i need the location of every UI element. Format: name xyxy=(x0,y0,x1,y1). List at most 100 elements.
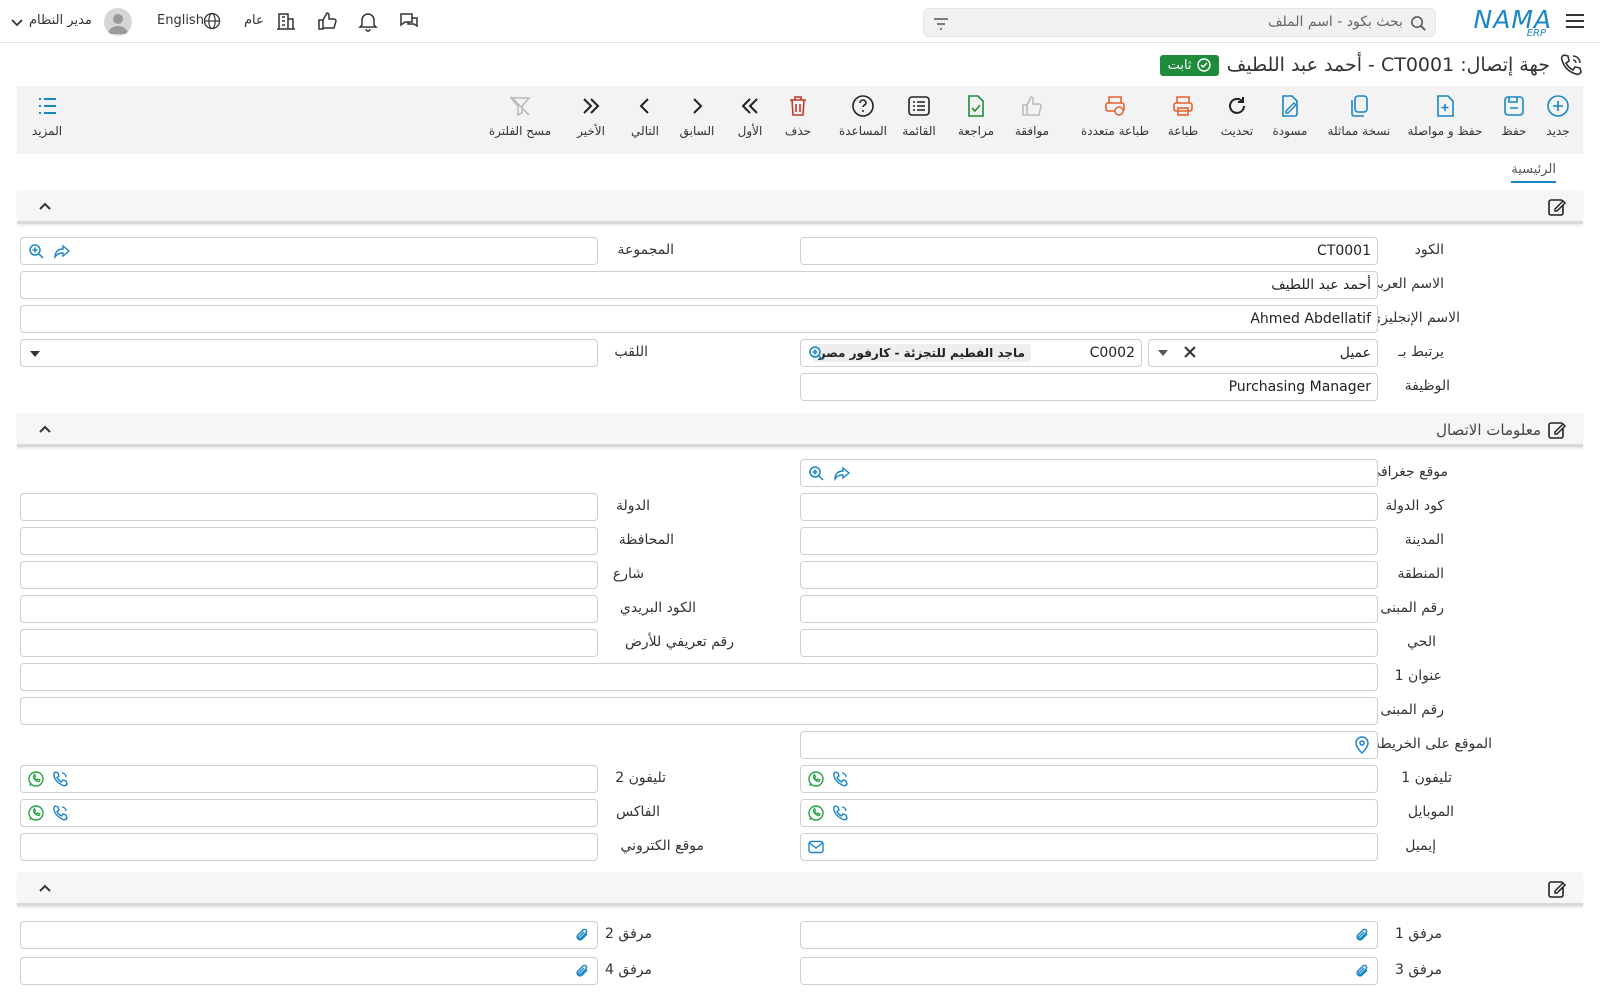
language-switch[interactable]: English xyxy=(157,13,204,28)
edit-icon[interactable] xyxy=(1547,420,1567,440)
search-plus-icon[interactable] xyxy=(807,344,825,362)
district-field[interactable] xyxy=(800,629,1378,657)
related-entity-field[interactable]: C0002 ماجد الفطيم للتجزئة - كارفور مصر xyxy=(800,339,1142,367)
share-icon[interactable] xyxy=(833,464,851,482)
whatsapp-icon[interactable] xyxy=(807,804,825,822)
help-icon xyxy=(852,95,874,117)
paperclip-icon[interactable] xyxy=(1353,926,1371,944)
arabic-name-field[interactable]: أحمد عبد اللطيف xyxy=(20,271,1378,299)
last-button[interactable]: الأخير xyxy=(573,94,609,138)
governorate-field[interactable] xyxy=(20,527,598,555)
search-plus-icon[interactable] xyxy=(807,464,825,482)
address1-field[interactable] xyxy=(20,663,1378,691)
mail-icon[interactable] xyxy=(807,838,825,856)
city-field[interactable] xyxy=(800,527,1378,555)
branch-label[interactable]: عام xyxy=(244,13,264,28)
thumbs-up-icon[interactable] xyxy=(316,10,338,32)
code-field[interactable]: CT0001 xyxy=(800,237,1378,265)
avatar[interactable] xyxy=(104,8,132,36)
building-number2-field[interactable] xyxy=(20,697,1378,725)
attachment1-field[interactable] xyxy=(800,921,1378,949)
chevron-up-icon[interactable] xyxy=(37,881,53,897)
new-button[interactable]: جديد xyxy=(1533,94,1583,138)
whatsapp-icon[interactable] xyxy=(27,804,45,822)
job-field[interactable]: Purchasing Manager xyxy=(800,373,1378,401)
nama-erp-logo[interactable]: NAMA ERP xyxy=(1470,4,1552,40)
multi-print-button[interactable]: طباعة متعددة xyxy=(1077,94,1153,138)
user-menu[interactable]: مدير النظام xyxy=(29,13,92,28)
map-pin-icon[interactable] xyxy=(1353,736,1371,754)
review-button[interactable]: مراجعة xyxy=(955,94,997,138)
tab-home[interactable]: الرئيسية xyxy=(1511,162,1556,183)
title-select[interactable] xyxy=(20,339,598,367)
website-field[interactable] xyxy=(20,833,598,861)
call-icon[interactable] xyxy=(51,804,69,822)
filter-icon[interactable] xyxy=(932,15,950,33)
geo-location-field[interactable] xyxy=(800,459,1378,487)
chevron-down-icon[interactable] xyxy=(10,16,24,30)
postal-code-field[interactable] xyxy=(20,595,598,623)
hamburger-menu-icon[interactable] xyxy=(1564,10,1586,32)
chevron-up-icon[interactable] xyxy=(37,199,53,215)
country-field[interactable] xyxy=(20,493,598,521)
more-button[interactable]: المزيد xyxy=(27,94,67,138)
attachment3-field[interactable] xyxy=(800,957,1378,985)
chevron-up-icon[interactable] xyxy=(37,422,53,438)
search-plus-icon[interactable] xyxy=(27,242,45,260)
building-number-field[interactable] xyxy=(800,595,1378,623)
group-field[interactable] xyxy=(20,237,598,265)
first-icon xyxy=(741,98,758,114)
multi-print-icon xyxy=(1105,96,1125,116)
edit-icon[interactable] xyxy=(1547,879,1567,899)
email-field[interactable] xyxy=(800,833,1378,861)
land-id-field[interactable] xyxy=(20,629,598,657)
search-input[interactable]: بحث بكود - اسم الملف xyxy=(923,8,1436,37)
duplicate-button[interactable]: نسخة مماثلة xyxy=(1321,94,1397,138)
approve-button[interactable]: موافقة xyxy=(1011,94,1053,138)
map-location-field[interactable] xyxy=(800,731,1378,759)
share-icon[interactable] xyxy=(53,242,71,260)
bell-icon[interactable] xyxy=(357,10,379,32)
country-code-field[interactable] xyxy=(800,493,1378,521)
region-field[interactable] xyxy=(800,561,1378,589)
building-icon[interactable] xyxy=(275,10,297,32)
call-icon[interactable] xyxy=(51,770,69,788)
save-continue-button[interactable]: حفظ و مواصلة xyxy=(1405,94,1485,138)
paperclip-icon[interactable] xyxy=(1353,962,1371,980)
whatsapp-icon[interactable] xyxy=(27,770,45,788)
first-button[interactable]: الأول xyxy=(735,94,765,138)
street-field[interactable] xyxy=(20,561,598,589)
paperclip-icon[interactable] xyxy=(573,926,591,944)
call-icon[interactable] xyxy=(831,804,849,822)
page-title-row: جهة إتصال: CT0001 - أحمد عبد اللطيف ثابت xyxy=(1159,50,1584,80)
globe-icon[interactable] xyxy=(203,12,221,30)
whatsapp-icon[interactable] xyxy=(807,770,825,788)
mobile-field[interactable] xyxy=(800,799,1378,827)
phone1-field[interactable] xyxy=(800,765,1378,793)
next-button[interactable]: التالي xyxy=(627,94,663,138)
fax-field[interactable] xyxy=(20,799,598,827)
title-label: اللقب xyxy=(614,344,648,360)
clear-filter-button[interactable]: مسح الفلترة xyxy=(487,94,553,138)
english-name-field[interactable]: Ahmed Abdellatif xyxy=(20,305,1378,333)
attachment4-field[interactable] xyxy=(20,957,598,985)
caret-down-icon[interactable] xyxy=(1157,347,1169,359)
list-button[interactable]: القائمة xyxy=(899,94,939,138)
previous-button[interactable]: السابق xyxy=(677,94,717,138)
chat-icon[interactable] xyxy=(398,10,420,32)
clear-icon[interactable] xyxy=(1183,345,1197,359)
check-circle-icon xyxy=(1196,58,1211,72)
attachment2-field[interactable] xyxy=(20,921,598,949)
refresh-button[interactable]: تحديث xyxy=(1217,94,1257,138)
delete-button[interactable]: حذف xyxy=(783,94,813,138)
draft-button[interactable]: مسودة xyxy=(1267,94,1313,138)
print-button[interactable]: طباعة xyxy=(1163,94,1203,138)
call-icon[interactable] xyxy=(831,770,849,788)
contact-section-header: معلومات الاتصال xyxy=(17,413,1583,447)
phone2-field[interactable] xyxy=(20,765,598,793)
paperclip-icon[interactable] xyxy=(573,962,591,980)
edit-icon[interactable] xyxy=(1547,197,1567,217)
help-button[interactable]: المساعدة xyxy=(837,94,889,138)
save-button[interactable]: حفظ xyxy=(1493,94,1535,138)
related-type-select[interactable]: عميل xyxy=(1148,339,1378,367)
